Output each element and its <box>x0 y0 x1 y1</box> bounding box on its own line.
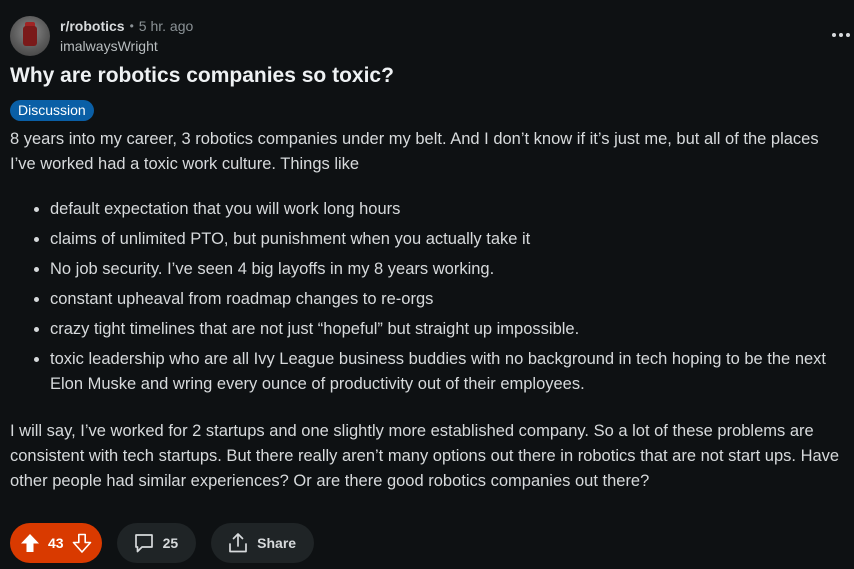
vote-count: 43 <box>48 535 64 551</box>
post-title[interactable]: Why are robotics companies so toxic? <box>10 62 394 90</box>
post-intro: 8 years into my career, 3 robotics compa… <box>10 130 819 173</box>
author-link[interactable]: imalwaysWright <box>60 37 193 55</box>
list-item: toxic leadership who are all Ivy League … <box>50 347 844 397</box>
share-upload-icon <box>227 532 249 554</box>
more-options-icon[interactable] <box>832 28 850 42</box>
list-item: No job security. I’ve seen 4 big layoffs… <box>50 257 844 282</box>
meta-top-row: r/robotics • 5 hr. ago <box>60 17 193 35</box>
post-header: r/robotics • 5 hr. ago imalwaysWright <box>10 16 193 56</box>
list-item: claims of unlimited PTO, but punishment … <box>50 227 844 252</box>
share-label: Share <box>257 535 297 551</box>
post-bullet-list: default expectation that you will work l… <box>10 197 844 397</box>
share-button[interactable]: Share <box>211 523 315 563</box>
meta-separator: • <box>129 19 134 33</box>
comment-count: 25 <box>162 535 179 551</box>
post-outro: I will say, I’ve worked for 2 startups a… <box>10 422 840 490</box>
subreddit-avatar[interactable] <box>10 16 50 56</box>
list-item: crazy tight timelines that are not just … <box>50 317 844 342</box>
post-meta: r/robotics • 5 hr. ago imalwaysWright <box>60 17 193 55</box>
subreddit-link[interactable]: r/robotics <box>60 17 125 35</box>
more-dot <box>839 33 843 37</box>
post-time: 5 hr. ago <box>138 18 194 34</box>
post-flair[interactable]: Discussion <box>10 100 94 121</box>
more-dot <box>832 33 836 37</box>
comment-bubble-icon <box>133 532 155 554</box>
upvote-arrow-icon[interactable] <box>20 533 40 553</box>
list-item: default expectation that you will work l… <box>50 197 844 222</box>
post-actions: 43 25 Share <box>10 523 315 563</box>
comments-button[interactable]: 25 <box>116 523 197 563</box>
list-item: constant upheaval from roadmap changes t… <box>50 287 844 312</box>
vote-control: 43 <box>10 523 102 563</box>
avatar-robot-body <box>23 26 37 46</box>
more-dot <box>846 33 850 37</box>
post-body: 8 years into my career, 3 robotics compa… <box>10 127 844 494</box>
downvote-arrow-icon[interactable] <box>72 533 92 553</box>
